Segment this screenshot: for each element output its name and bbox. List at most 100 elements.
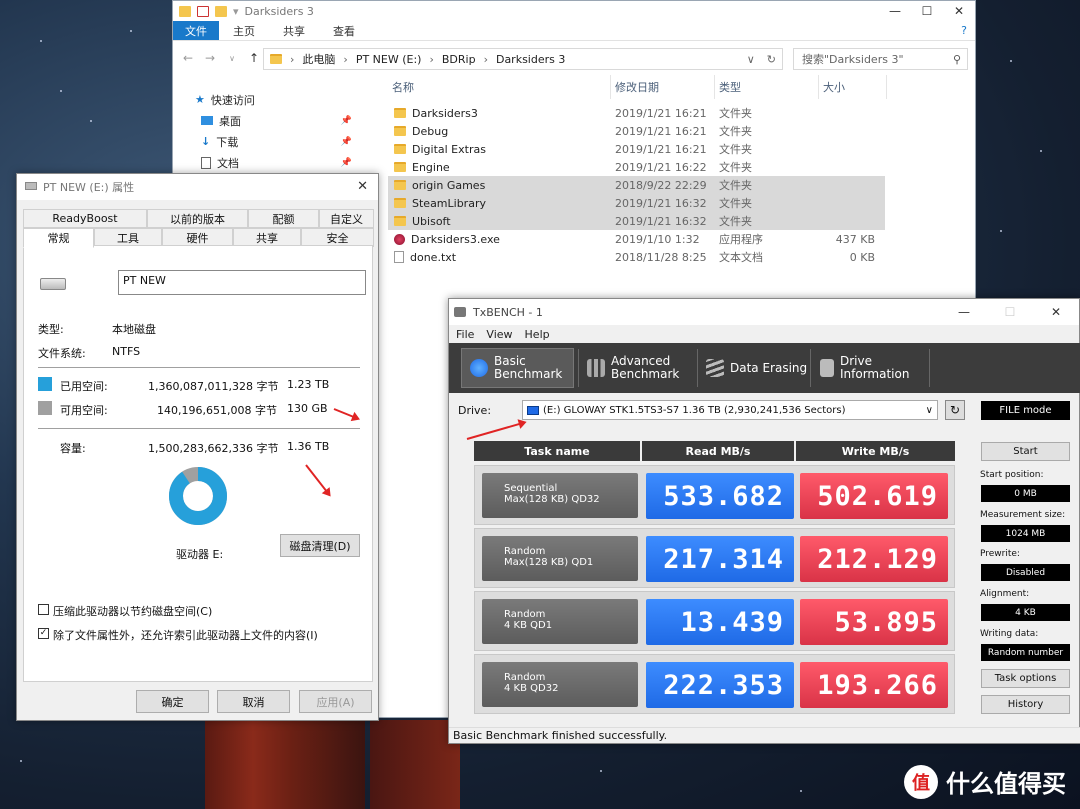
task-options-button[interactable]: Task options <box>981 669 1070 688</box>
explorer-title: Darksiders 3 <box>244 4 314 18</box>
ribbon-tab-home[interactable]: 主页 <box>219 21 269 40</box>
cancel-button[interactable]: 取消 <box>217 690 290 713</box>
watermark-logo: 值 <box>904 764 938 799</box>
file-name-cell: Darksiders3 <box>388 107 611 120</box>
close-button[interactable]: ✕ <box>943 1 975 21</box>
prewrite-value[interactable]: Disabled <box>981 564 1070 581</box>
toolbar-label-1: Data Erasing <box>730 360 808 375</box>
file-size: 0 KB <box>849 250 875 264</box>
minimize-button[interactable]: — <box>941 302 987 322</box>
menu-help[interactable]: Help <box>525 328 550 341</box>
watermark-text: 什么值得买 <box>946 770 1066 798</box>
address-bar[interactable]: › 此电脑 › PT NEW (E:) › BDRip › Darksiders… <box>263 48 783 70</box>
toolbar-label-2: Information <box>840 367 910 381</box>
new-folder-icon[interactable] <box>215 5 227 17</box>
maximize-button[interactable]: ☐ <box>911 1 943 21</box>
txbench-title: TxBENCH - 1 <box>473 305 543 319</box>
refresh-icon[interactable]: ↻ <box>767 53 782 66</box>
nav-downloads[interactable]: ↓ 下载 📌 <box>173 131 378 152</box>
column-type[interactable]: 类型 <box>715 75 819 99</box>
column-date[interactable]: 修改日期 <box>611 75 715 99</box>
pin-icon[interactable]: 📌 <box>341 158 352 168</box>
search-input[interactable]: 搜索"Darksiders 3" ⚲ <box>793 48 968 70</box>
file-row[interactable]: origin Games 2018/9/22 22:29 文件夹 <box>388 176 885 194</box>
folder-icon <box>394 108 406 118</box>
chevron-down-icon[interactable]: ∨ <box>926 405 937 416</box>
recent-dropdown-icon[interactable]: ∨ <box>223 54 241 63</box>
nav-quick-access[interactable]: ★ 快速访问 <box>173 89 378 110</box>
index-checkbox[interactable]: ✓ <box>38 628 49 639</box>
column-size[interactable]: 大小 <box>819 75 887 99</box>
minimize-button[interactable]: — <box>879 1 911 21</box>
txbench-titlebar: TxBENCH - 1 — ☐ ✕ <box>449 299 1079 325</box>
breadcrumb-item[interactable]: Darksiders 3 <box>496 53 565 66</box>
quick-access-dropdown-icon[interactable]: ▾ <box>233 5 239 18</box>
compress-checkbox[interactable] <box>38 604 49 615</box>
file-row[interactable]: Darksiders3.exe 2019/1/10 1:32 应用程序 437 KB <box>388 230 885 248</box>
measurement-size-value[interactable]: 1024 MB <box>981 525 1070 542</box>
file-row[interactable]: Engine 2019/1/21 16:22 文件夹 <box>388 158 885 176</box>
file-row[interactable]: done.txt 2018/11/28 8:25 文本文档 0 KB <box>388 248 885 266</box>
drive-name-input[interactable]: PT NEW <box>118 270 366 295</box>
up-arrow-icon[interactable]: ↑ <box>245 51 263 65</box>
history-button[interactable]: History <box>981 695 1070 714</box>
dropdown-icon[interactable]: ∨ <box>747 53 759 66</box>
benchmark-row: Random 4 KB QD1 13.439 53.895 <box>474 591 955 651</box>
data-erasing-button[interactable]: Data Erasing <box>698 348 808 388</box>
file-row[interactable]: Ubisoft 2019/1/21 16:32 文件夹 <box>388 212 885 230</box>
nav-desktop[interactable]: 桌面 📌 <box>173 110 378 131</box>
properties-icon[interactable] <box>197 5 209 17</box>
apply-button[interactable]: 应用(A) <box>299 690 372 713</box>
drive-letter-label: 驱动器 E: <box>176 548 224 561</box>
ok-button[interactable]: 确定 <box>136 690 209 713</box>
back-arrow-icon[interactable]: ← <box>179 51 197 65</box>
basic-benchmark-button[interactable]: Basic Benchmark <box>461 348 574 388</box>
file-row[interactable]: Darksiders3 2019/1/21 16:21 文件夹 <box>388 104 885 122</box>
column-name[interactable]: 名称 <box>388 75 611 99</box>
menu-view[interactable]: View <box>486 328 512 341</box>
file-name-cell: Debug <box>388 125 611 138</box>
writing-data-value[interactable]: Random number <box>981 644 1070 661</box>
close-button[interactable]: ✕ <box>357 179 368 194</box>
tab-customize[interactable]: 自定义 <box>319 209 374 228</box>
write-speed: 502.619 <box>800 473 948 519</box>
file-row[interactable]: Digital Extras 2019/1/21 16:21 文件夹 <box>388 140 885 158</box>
breadcrumb-item[interactable]: BDRip <box>442 53 476 66</box>
start-button[interactable]: Start <box>981 442 1070 461</box>
nav-documents[interactable]: 文档 📌 <box>173 152 378 173</box>
refresh-drive-button[interactable]: ↻ <box>945 400 965 420</box>
maximize-button[interactable]: ☐ <box>987 302 1033 322</box>
breadcrumb-item[interactable]: 此电脑 <box>302 51 335 67</box>
search-icon[interactable]: ⚲ <box>953 53 967 66</box>
ribbon-tab-share[interactable]: 共享 <box>269 21 319 40</box>
tab-quota[interactable]: 配额 <box>248 209 319 228</box>
alignment-value[interactable]: 4 KB <box>981 604 1070 621</box>
file-date: 2018/11/28 8:25 <box>615 250 707 264</box>
close-button[interactable]: ✕ <box>1033 302 1079 322</box>
file-type: 文件夹 <box>719 107 752 120</box>
tab-general[interactable]: 常规 <box>23 228 94 248</box>
document-icon <box>201 156 211 169</box>
help-icon[interactable]: ? <box>961 21 975 40</box>
ribbon-tab-file[interactable]: 文件 <box>173 21 219 40</box>
file-date: 2019/1/21 16:32 <box>615 196 707 210</box>
pin-icon[interactable]: 📌 <box>341 116 352 126</box>
advanced-benchmark-button[interactable]: Advanced Benchmark <box>579 348 697 388</box>
file-row[interactable]: Debug 2019/1/21 16:21 文件夹 <box>388 122 885 140</box>
disk-cleanup-button[interactable]: 磁盘清理(D) <box>280 534 360 557</box>
pin-icon[interactable]: 📌 <box>341 137 352 147</box>
drive-select[interactable]: (E:) GLOWAY STK1.5TS3-S7 1.36 TB (2,930,… <box>522 400 938 420</box>
start-position-value[interactable]: 0 MB <box>981 485 1070 502</box>
forward-arrow-icon[interactable]: → <box>201 51 219 65</box>
task-name-cell: Sequential Max(128 KB) QD32 <box>482 473 638 518</box>
ribbon-tab-view[interactable]: 查看 <box>319 21 369 40</box>
breadcrumb-item[interactable]: PT NEW (E:) <box>356 53 422 66</box>
read-speed: 533.682 <box>646 473 794 519</box>
file-row[interactable]: SteamLibrary 2019/1/21 16:32 文件夹 <box>388 194 885 212</box>
tab-previous-versions[interactable]: 以前的版本 <box>147 209 248 228</box>
tab-readyboost[interactable]: ReadyBoost <box>23 209 147 228</box>
menu-file[interactable]: File <box>456 328 474 341</box>
drive-information-button[interactable]: Drive Information <box>812 348 928 388</box>
type-value: 本地磁盘 <box>112 323 156 336</box>
file-name: Ubisoft <box>412 214 451 228</box>
